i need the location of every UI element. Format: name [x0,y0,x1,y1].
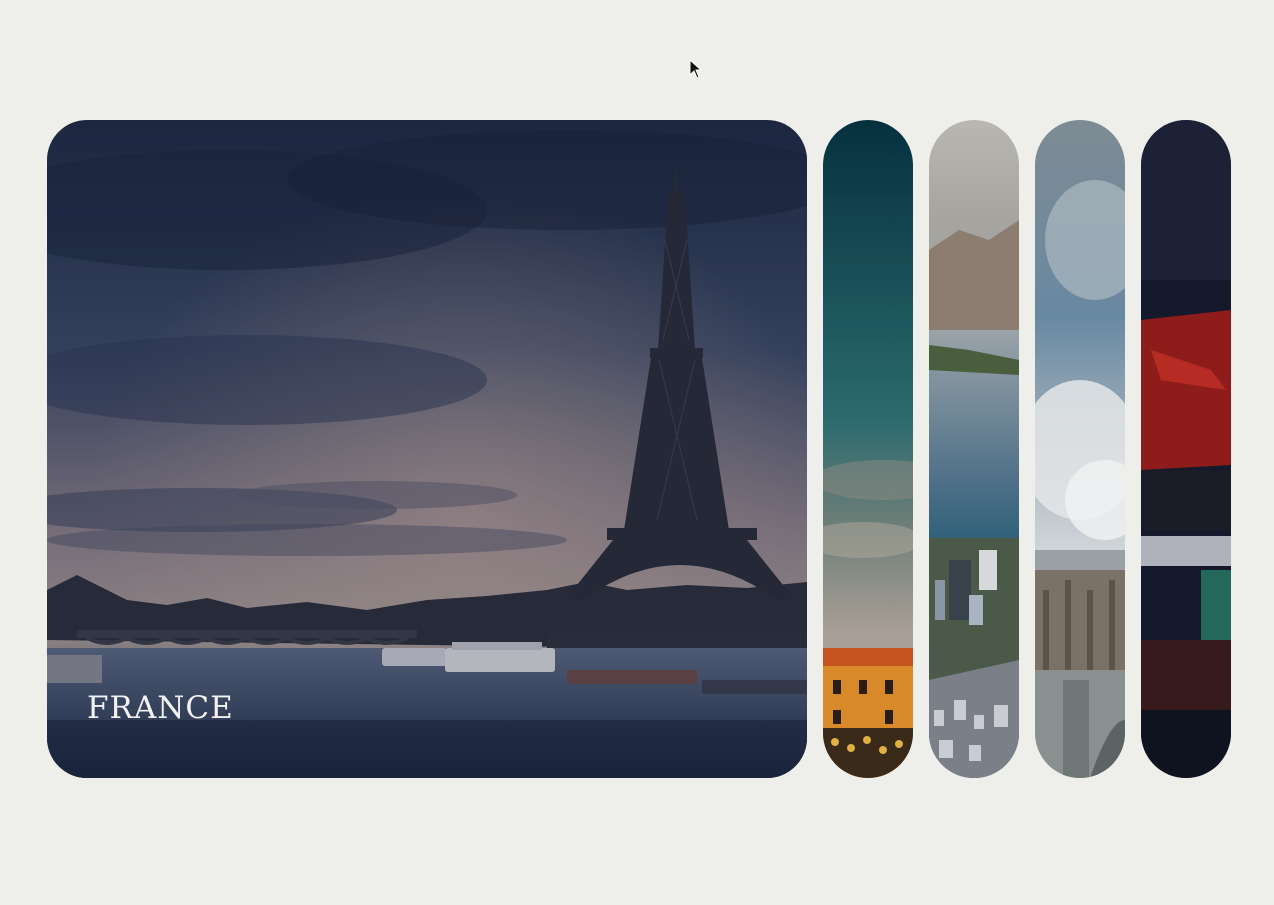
gallery-panel-3[interactable] [929,120,1019,778]
gallery-panel-4[interactable] [1035,120,1125,778]
red-neon-image [1141,120,1231,778]
bridge-clouds-image [1035,120,1125,778]
gallery-panel-2[interactable] [823,120,913,778]
panel-caption: FRANCE [87,690,234,726]
gallery-panel-5[interactable] [1141,120,1231,778]
mouse-pointer-icon [689,59,703,79]
sky-street-image [823,120,913,778]
coastal-city-image [929,120,1019,778]
eiffel-tower-image [47,120,807,778]
image-gallery: FRANCE [47,120,1231,778]
gallery-panel-france[interactable]: FRANCE [47,120,807,778]
